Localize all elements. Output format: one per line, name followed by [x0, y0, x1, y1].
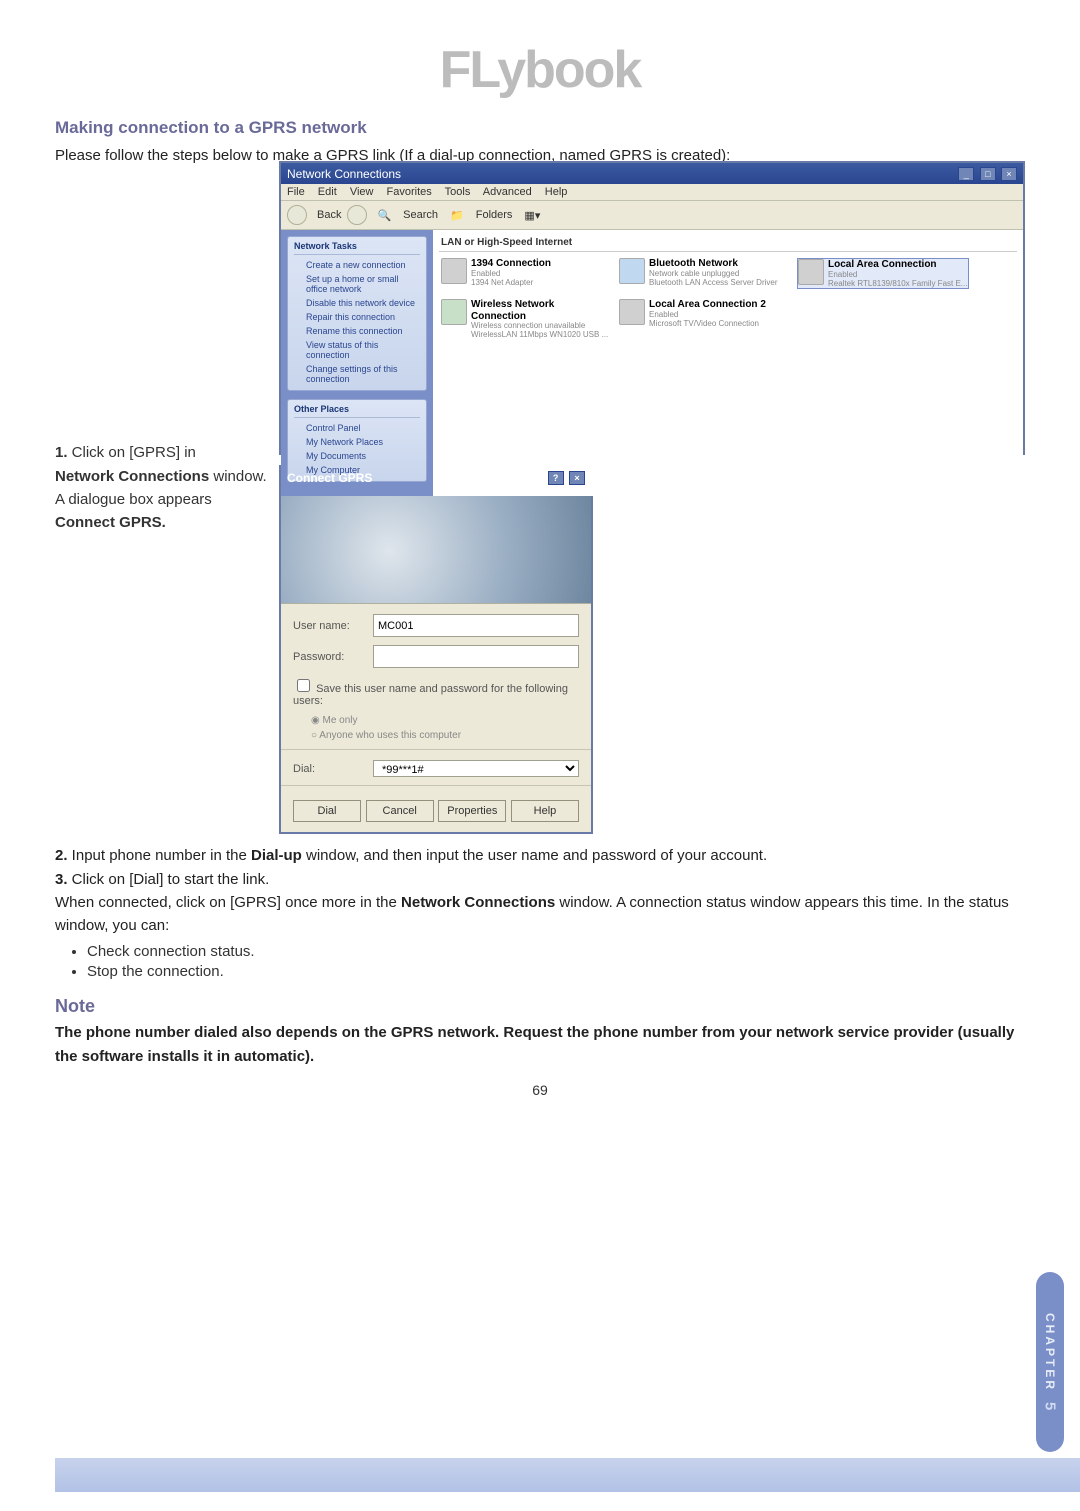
minimize-icon[interactable]: _: [958, 167, 974, 181]
password-label: Password:: [293, 651, 373, 663]
menu-edit[interactable]: Edit: [318, 186, 337, 198]
paragraph-when-connected: When connected, click on [GPRS] once mor…: [55, 891, 1025, 938]
username-input[interactable]: [373, 614, 579, 637]
nc-menubar[interactable]: File Edit View Favorites Tools Advanced …: [281, 184, 1023, 201]
group-title-lan: LAN or High-Speed Internet: [439, 234, 1017, 252]
section-heading: Making connection to a GPRS network: [55, 118, 1025, 138]
brand-logo: FLybook: [55, 40, 1025, 100]
nc-window-title: Network Connections: [287, 167, 401, 181]
radio-me-only[interactable]: ◉ Me only: [311, 713, 579, 728]
username-label: User name:: [293, 620, 373, 632]
step-3-text: 3. Click on [Dial] to start the link.: [55, 868, 1025, 891]
dlg-window-controls[interactable]: ? ×: [546, 470, 585, 485]
close-icon[interactable]: ×: [569, 471, 585, 485]
menu-favorites[interactable]: Favorites: [387, 186, 432, 198]
nc-sidebar: Network Tasks Create a new connection Se…: [281, 230, 433, 496]
task-change-settings[interactable]: Change settings of this connection: [294, 362, 420, 386]
task-setup-network[interactable]: Set up a home or small office network: [294, 272, 420, 296]
status-window-bullets: Check connection status. Stop the connec…: [55, 943, 1025, 980]
menu-file[interactable]: File: [287, 186, 305, 198]
nc-main-area: LAN or High-Speed Internet 1394 Connecti…: [433, 230, 1023, 496]
forward-icon[interactable]: [347, 205, 367, 225]
place-control-panel[interactable]: Control Panel: [294, 421, 420, 435]
window-controls[interactable]: _ □ ×: [956, 166, 1017, 181]
menu-help[interactable]: Help: [545, 186, 568, 198]
other-places-panel: Other Places Control Panel My Network Pl…: [287, 399, 427, 482]
back-label: Back: [317, 209, 341, 221]
connection-icon: [441, 258, 467, 284]
connect-gprs-dialog: Connect GPRS ? × User name: Password:: [279, 465, 593, 834]
nc-toolbar[interactable]: Back 🔍 Search 📁 Folders ▦▾: [281, 201, 1023, 230]
network-tasks-panel: Network Tasks Create a new connection Se…: [287, 236, 427, 391]
chapter-tab: CHAPTER5: [1036, 1272, 1064, 1452]
save-credentials-checkbox[interactable]: Save this user name and password for the…: [293, 676, 579, 707]
cancel-button[interactable]: Cancel: [366, 800, 434, 822]
save-check[interactable]: [297, 679, 310, 692]
connection-local-area-2[interactable]: Local Area Connection 2 Enabled Microsof…: [619, 299, 789, 340]
note-heading: Note: [55, 996, 1025, 1017]
connection-local-area[interactable]: Local Area Connection Enabled Realtek RT…: [797, 258, 969, 289]
bullet-check-status: Check connection status.: [87, 943, 1025, 960]
folders-label[interactable]: Folders: [476, 209, 513, 221]
step-1-text: 1. Click on [GPRS] in Network Connection…: [55, 441, 275, 534]
dlg-hero-image: [281, 488, 591, 604]
menu-view[interactable]: View: [350, 186, 374, 198]
search-label[interactable]: Search: [403, 209, 438, 221]
properties-button[interactable]: Properties: [438, 800, 506, 822]
password-input[interactable]: [373, 645, 579, 668]
page-number: 69: [55, 1082, 1025, 1098]
network-tasks-title: Network Tasks: [294, 241, 420, 255]
connection-icon: [798, 259, 824, 285]
menu-advanced[interactable]: Advanced: [483, 186, 532, 198]
dial-button[interactable]: Dial: [293, 800, 361, 822]
dial-select[interactable]: *99***1#: [373, 760, 579, 777]
place-network-places[interactable]: My Network Places: [294, 435, 420, 449]
footer-bar: [55, 1458, 1080, 1492]
nc-titlebar: Network Connections _ □ ×: [281, 163, 1023, 184]
connection-icon: [619, 258, 645, 284]
note-body: The phone number dialed also depends on …: [55, 1021, 1025, 1068]
radio-anyone[interactable]: ○ Anyone who uses this computer: [311, 728, 579, 743]
help-icon[interactable]: ?: [548, 471, 564, 485]
connection-bluetooth[interactable]: Bluetooth Network Network cable unplugge…: [619, 258, 789, 289]
connection-icon: [441, 299, 467, 325]
task-view-status[interactable]: View status of this connection: [294, 338, 420, 362]
task-rename[interactable]: Rename this connection: [294, 324, 420, 338]
maximize-icon[interactable]: □: [980, 167, 996, 181]
connection-wireless[interactable]: Wireless Network Connection Wireless con…: [441, 299, 611, 340]
network-connections-window: Network Connections _ □ × File Edit View…: [279, 161, 1025, 455]
step-2-text: 2. Input phone number in the Dial-up win…: [55, 844, 1025, 867]
task-create-connection[interactable]: Create a new connection: [294, 258, 420, 272]
close-icon[interactable]: ×: [1001, 167, 1017, 181]
dial-label: Dial:: [293, 763, 373, 775]
connection-1394[interactable]: 1394 Connection Enabled 1394 Net Adapter: [441, 258, 611, 289]
connection-icon: [619, 299, 645, 325]
task-repair[interactable]: Repair this connection: [294, 310, 420, 324]
other-places-title: Other Places: [294, 404, 420, 418]
back-icon[interactable]: [287, 205, 307, 225]
task-disable-device[interactable]: Disable this network device: [294, 296, 420, 310]
help-button[interactable]: Help: [511, 800, 579, 822]
place-my-computer[interactable]: My Computer: [294, 463, 420, 477]
place-my-documents[interactable]: My Documents: [294, 449, 420, 463]
menu-tools[interactable]: Tools: [445, 186, 471, 198]
bullet-stop-connection: Stop the connection.: [87, 963, 1025, 980]
